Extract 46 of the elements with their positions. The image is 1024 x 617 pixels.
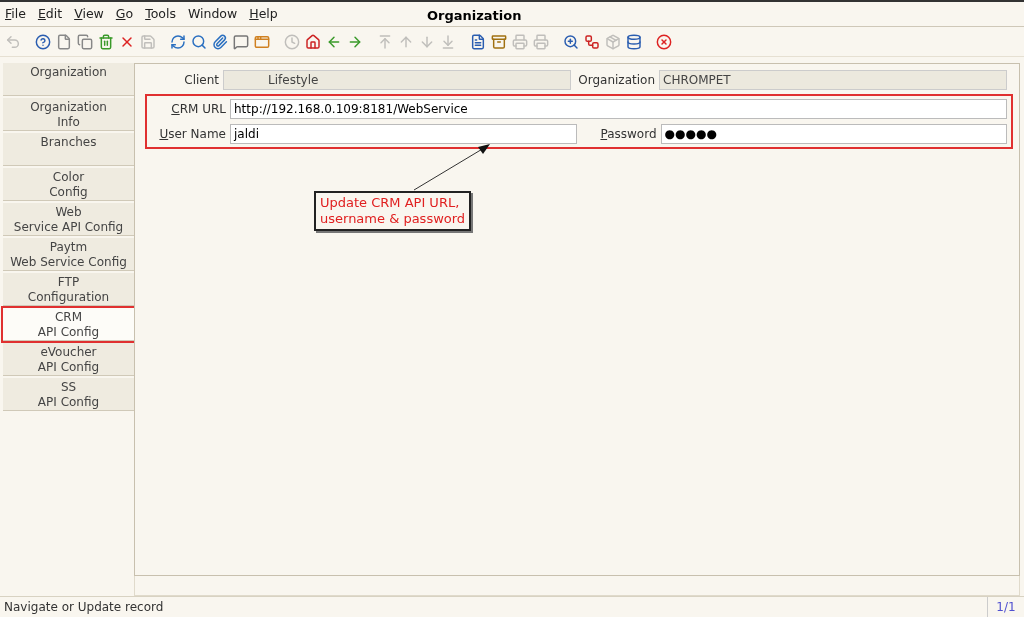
sidebar-tab[interactable]: Branches: [3, 133, 134, 166]
field-label: Password: [599, 126, 657, 143]
sidebar-tab[interactable]: CRM API Config: [3, 308, 134, 341]
input-field[interactable]: ●●●●●: [660, 124, 1007, 144]
report-icon[interactable]: [469, 32, 487, 51]
menu-item[interactable]: Edit: [37, 4, 63, 24]
sidebar-tab[interactable]: FTP Configuration: [3, 273, 134, 306]
search-icon[interactable]: [190, 32, 208, 51]
window-title: Organization: [427, 7, 522, 25]
sidebar-tab[interactable]: Web Service API Config: [3, 203, 134, 236]
menu-item[interactable]: Help: [249, 4, 278, 24]
paperclip-icon[interactable]: [211, 32, 229, 51]
field-label: Client: [183, 72, 219, 89]
sidebar-tab[interactable]: Paytm Web Service Config: [3, 238, 134, 271]
sidebar-tab[interactable]: Organization Info: [3, 98, 134, 131]
close-icon[interactable]: [655, 32, 673, 51]
menu-item[interactable]: File: [5, 4, 26, 24]
new-document-icon[interactable]: [55, 32, 73, 51]
help-icon[interactable]: [34, 32, 52, 51]
menu-item[interactable]: Window: [187, 4, 238, 24]
database-icon[interactable]: [625, 32, 643, 51]
copy-icon[interactable]: [76, 32, 94, 51]
workflow-icon[interactable]: [583, 32, 601, 51]
sidebar-tab[interactable]: SS API Config: [3, 378, 134, 411]
input-field[interactable]: jaldi: [230, 124, 577, 144]
menu-item[interactable]: View: [74, 4, 104, 24]
trash-icon[interactable]: [97, 32, 115, 51]
menu-item[interactable]: Tools: [145, 4, 176, 24]
annotation-callout: Update CRM API URL, username & password: [314, 191, 472, 231]
record-counter: 1/1: [995, 599, 1017, 616]
field-label: CRM URL: [170, 101, 226, 118]
menu-item[interactable]: Go: [115, 4, 134, 24]
sidebar-tab[interactable]: Color Config: [3, 168, 134, 201]
input-field: Lifestyle: [223, 70, 571, 90]
sidebar-tab[interactable]: eVoucher API Config: [3, 343, 134, 376]
sidebar-tab[interactable]: Organization: [3, 63, 134, 96]
home-icon[interactable]: [304, 32, 322, 51]
archive-icon[interactable]: [490, 32, 508, 51]
input-field[interactable]: http://192.168.0.109:8181/WebService: [230, 99, 1007, 119]
refresh-icon[interactable]: [169, 32, 187, 51]
input-field: CHROMPET: [659, 70, 1007, 90]
field-label: User Name: [158, 126, 226, 143]
chat-icon[interactable]: [232, 32, 250, 51]
field-label: Organization: [577, 72, 655, 89]
zoom-icon[interactable]: [562, 32, 580, 51]
status-message: Navigate or Update record: [0, 597, 988, 617]
